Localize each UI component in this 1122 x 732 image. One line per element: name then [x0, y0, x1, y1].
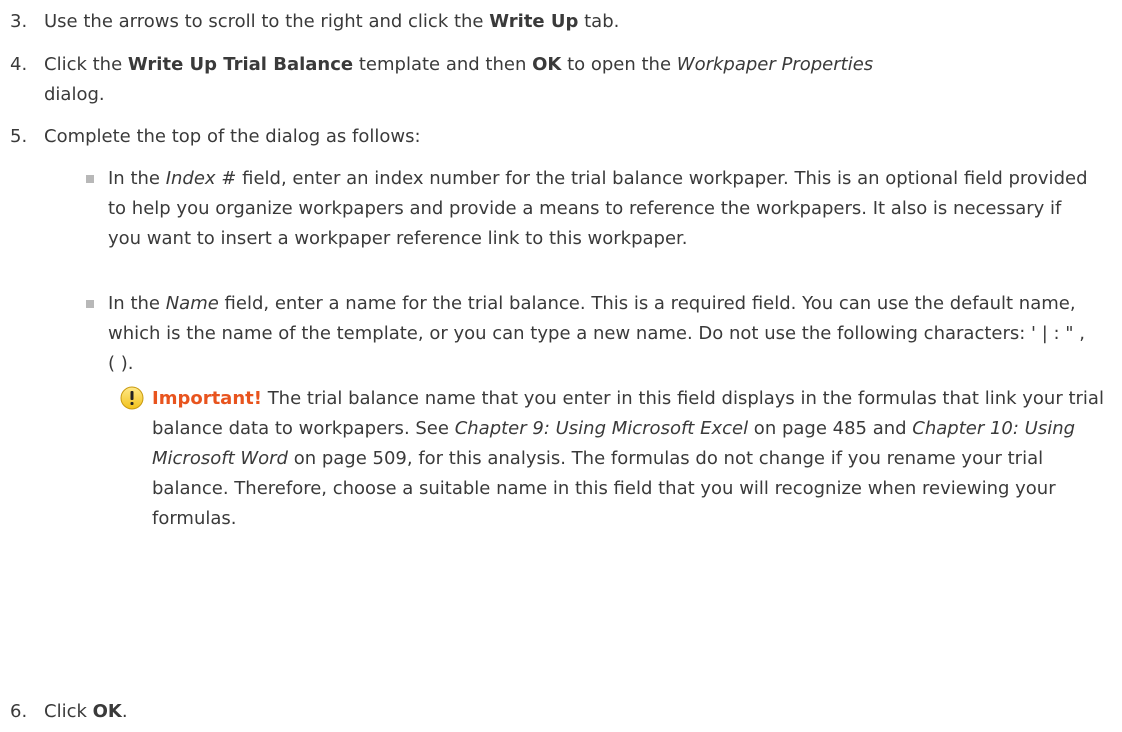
step-number: 5. [10, 126, 28, 147]
step-4: 4. Click the Write Up Trial Balance temp… [10, 50, 910, 110]
step-text: Complete the top of the dialog as follow… [44, 126, 421, 147]
bullet-index-field: In the Index # field, enter an index num… [86, 164, 1096, 254]
step-number: 4. [10, 54, 28, 75]
note-text: Important! The trial balance name that y… [152, 388, 1104, 529]
bullet-text: In the Index # field, enter an index num… [108, 168, 1088, 249]
step-6: 6. Click OK. [10, 697, 128, 727]
warning-icon [120, 386, 144, 410]
chapter-9-ref: Chapter 9: Using Microsoft Excel [454, 418, 749, 439]
step-number: 3. [10, 11, 28, 32]
step-text: Click the Write Up Trial Balance templat… [44, 54, 874, 105]
step-3: 3. Use the arrows to scroll to the right… [10, 7, 619, 37]
bullet-marker [86, 300, 94, 308]
important-label: Important! [152, 388, 262, 409]
step-5: 5. Complete the top of the dialog as fol… [10, 122, 421, 152]
bullet-marker [86, 175, 94, 183]
write-up-tab-ref: Write Up [489, 11, 579, 32]
step-text: Use the arrows to scroll to the right an… [44, 11, 620, 32]
step-text: Click OK. [44, 701, 128, 722]
bullet-text: In the Name field, enter a name for the … [108, 293, 1086, 374]
bullet-name-field: In the Name field, enter a name for the … [86, 289, 1096, 379]
step-number: 6. [10, 701, 28, 722]
important-note: Important! The trial balance name that y… [120, 384, 1110, 534]
